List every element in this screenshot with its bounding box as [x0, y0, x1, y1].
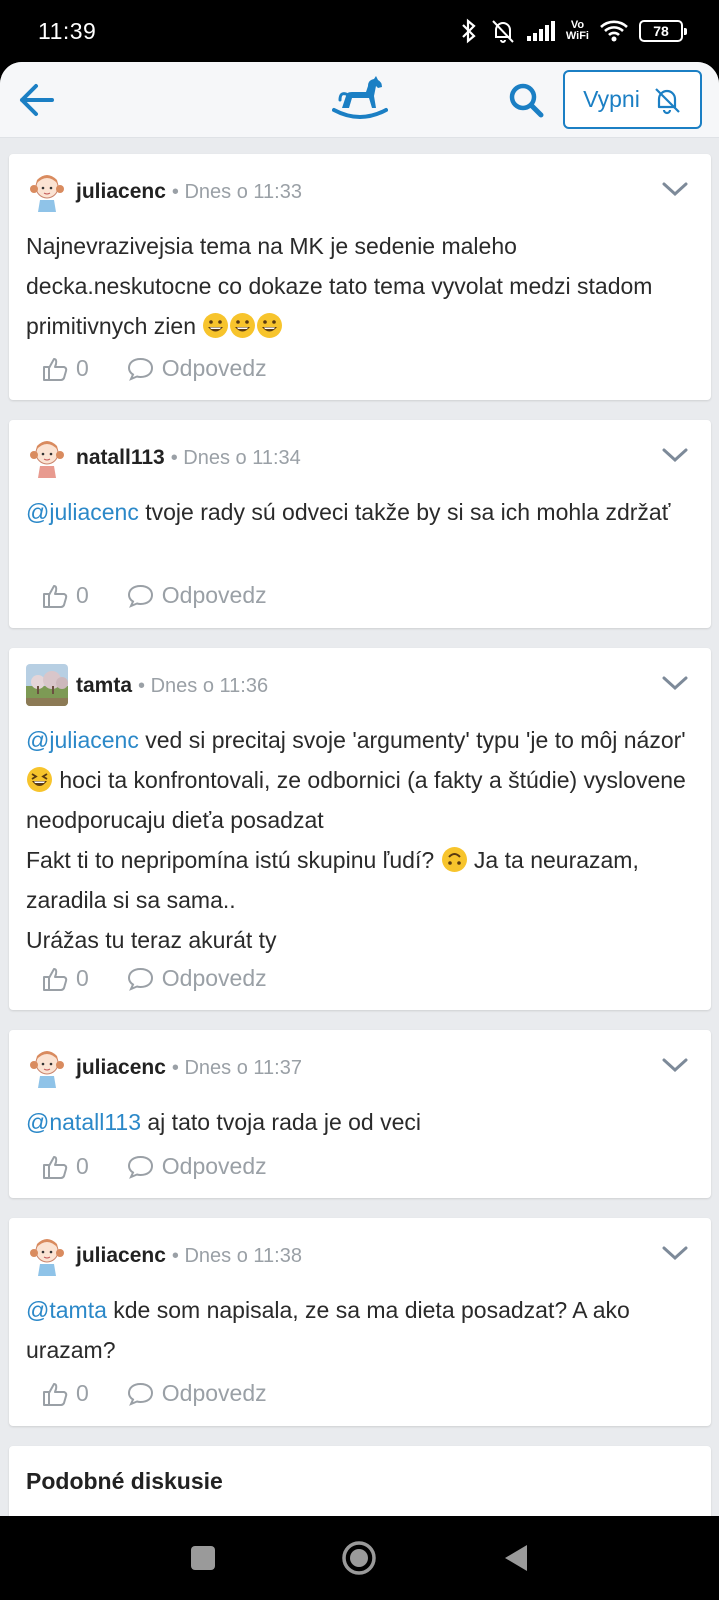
- reply-label: Odpovedz: [161, 965, 267, 991]
- speech-bubble-icon: [127, 967, 153, 991]
- avatar[interactable]: [26, 1046, 68, 1088]
- comment-card: tamta • Dnes o 11:36 @juliacenc ved si pr…: [9, 648, 711, 1010]
- chevron-down-icon[interactable]: [661, 1244, 689, 1262]
- speech-bubble-icon: [127, 584, 153, 608]
- reply-label: Odpovedz: [161, 355, 267, 381]
- recent-apps-icon[interactable]: [183, 1538, 223, 1578]
- comment-actions: 0 Odpovedz: [42, 1380, 267, 1407]
- comment-text: Najnevrazivejsia tema na MK je sedenie m…: [26, 233, 653, 339]
- comment-author[interactable]: juliacenc • Dnes o 11:38: [76, 1244, 302, 1268]
- signal-icon: [526, 21, 555, 41]
- speech-bubble-icon: [127, 357, 153, 381]
- similar-discussions-card: Podobné diskusie: [9, 1446, 711, 1516]
- like-count: 0: [76, 582, 89, 608]
- comment-actions: 0 Odpovedz: [42, 582, 267, 609]
- grinning-emoji-icon: [202, 313, 283, 339]
- speech-bubble-icon: [127, 1155, 153, 1179]
- reply-button[interactable]: Odpovedz: [127, 965, 267, 992]
- comment-card: natall113 • Dnes o 11:34 @juliacenc tvoje…: [9, 420, 711, 628]
- wifi-icon: [600, 20, 628, 42]
- comment-actions: 0 Odpovedz: [42, 355, 267, 382]
- avatar[interactable]: [26, 1234, 68, 1276]
- reply-button[interactable]: Odpovedz: [127, 355, 267, 382]
- reply-label: Odpovedz: [161, 582, 267, 608]
- laughing-emoji-icon: [26, 767, 53, 793]
- reply-label: Odpovedz: [161, 1153, 267, 1179]
- thumbs-up-icon[interactable]: [42, 1381, 68, 1407]
- upside-down-face-emoji-icon: [441, 847, 468, 873]
- system-navigation-bar: [0, 1516, 719, 1600]
- like-count: 0: [76, 355, 89, 381]
- chevron-down-icon[interactable]: [661, 1056, 689, 1074]
- home-icon[interactable]: [339, 1538, 379, 1578]
- chevron-down-icon[interactable]: [661, 180, 689, 198]
- thumbs-up-icon[interactable]: [42, 583, 68, 609]
- comment-text: @juliacenc ved si precitaj svoje 'argume…: [26, 727, 686, 953]
- avatar[interactable]: [26, 436, 68, 478]
- comment-author[interactable]: juliacenc • Dnes o 11:37: [76, 1056, 302, 1080]
- mute-notifications-button[interactable]: Vypni: [563, 70, 702, 129]
- chevron-down-icon[interactable]: [661, 674, 689, 692]
- bell-off-icon: [492, 20, 514, 43]
- bluetooth-icon: [462, 18, 476, 44]
- status-time: 11:39: [38, 18, 97, 44]
- status-bar: 11:39 Vo WiFi 78: [0, 0, 719, 62]
- rocking-horse-logo-icon[interactable]: [332, 74, 388, 124]
- comment-card: juliacenc • Dnes o 11:37 @natall113 aj ta…: [9, 1030, 711, 1198]
- chevron-down-icon[interactable]: [661, 446, 689, 464]
- thumbs-up-icon[interactable]: [42, 356, 68, 382]
- similar-discussions-heading: Podobné diskusie: [26, 1468, 223, 1494]
- comment-timestamp: • Dnes o 11:34: [170, 447, 301, 469]
- search-icon[interactable]: [506, 80, 546, 120]
- reply-button[interactable]: Odpovedz: [127, 1380, 267, 1407]
- app-window: Vypni juliacenc • Dnes o 11:33 Najnevraz…: [0, 62, 719, 1516]
- avatar[interactable]: [26, 664, 68, 706]
- comment-author[interactable]: tamta • Dnes o 11:36: [76, 674, 268, 698]
- comment-author[interactable]: juliacenc • Dnes o 11:33: [76, 180, 302, 204]
- comment-text: @natall113 aj tato tvoja rada je od veci: [26, 1109, 421, 1135]
- comment-timestamp: • Dnes o 11:37: [171, 1057, 302, 1079]
- reply-button[interactable]: Odpovedz: [127, 1153, 267, 1180]
- user-mention-link[interactable]: @natall113: [26, 1109, 141, 1135]
- reply-label: Odpovedz: [161, 1380, 267, 1406]
- comment-timestamp: • Dnes o 11:36: [138, 675, 269, 697]
- comment-text: @tamta kde som napisala, ze sa ma dieta …: [26, 1297, 630, 1363]
- comment-author[interactable]: natall113 • Dnes o 11:34: [76, 446, 301, 470]
- user-mention-link[interactable]: @juliacenc: [26, 499, 139, 525]
- comment-card: juliacenc • Dnes o 11:38 @tamta kde som n…: [9, 1218, 711, 1426]
- back-arrow-icon[interactable]: [16, 80, 56, 120]
- avatar[interactable]: [26, 170, 68, 212]
- comment-card: juliacenc • Dnes o 11:33 Najnevrazivejsia…: [9, 154, 711, 400]
- comment-actions: 0 Odpovedz: [42, 965, 267, 992]
- thumbs-up-icon[interactable]: [42, 966, 68, 992]
- comment-text: @juliacenc tvoje rady sú odveci takže by…: [26, 499, 671, 525]
- back-nav-icon[interactable]: [497, 1538, 537, 1578]
- status-icons: Vo WiFi 78: [458, 18, 687, 44]
- comment-actions: 0 Odpovedz: [42, 1153, 267, 1180]
- user-mention-link[interactable]: @juliacenc: [26, 727, 139, 753]
- comment-timestamp: • Dnes o 11:38: [171, 1245, 302, 1267]
- mute-button-label: Vypni: [583, 86, 640, 112]
- speech-bubble-icon: [127, 1382, 153, 1406]
- like-count: 0: [76, 1380, 89, 1406]
- like-count: 0: [76, 1153, 89, 1179]
- like-count: 0: [76, 965, 89, 991]
- thumbs-up-icon[interactable]: [42, 1154, 68, 1180]
- reply-button[interactable]: Odpovedz: [127, 582, 267, 609]
- battery-indicator: 78: [639, 20, 687, 42]
- vowifi-indicator: Vo WiFi: [565, 19, 589, 42]
- user-mention-link[interactable]: @tamta: [26, 1297, 107, 1323]
- comment-timestamp: • Dnes o 11:33: [171, 181, 302, 203]
- top-toolbar: Vypni: [0, 62, 719, 138]
- bell-off-icon: [655, 87, 680, 114]
